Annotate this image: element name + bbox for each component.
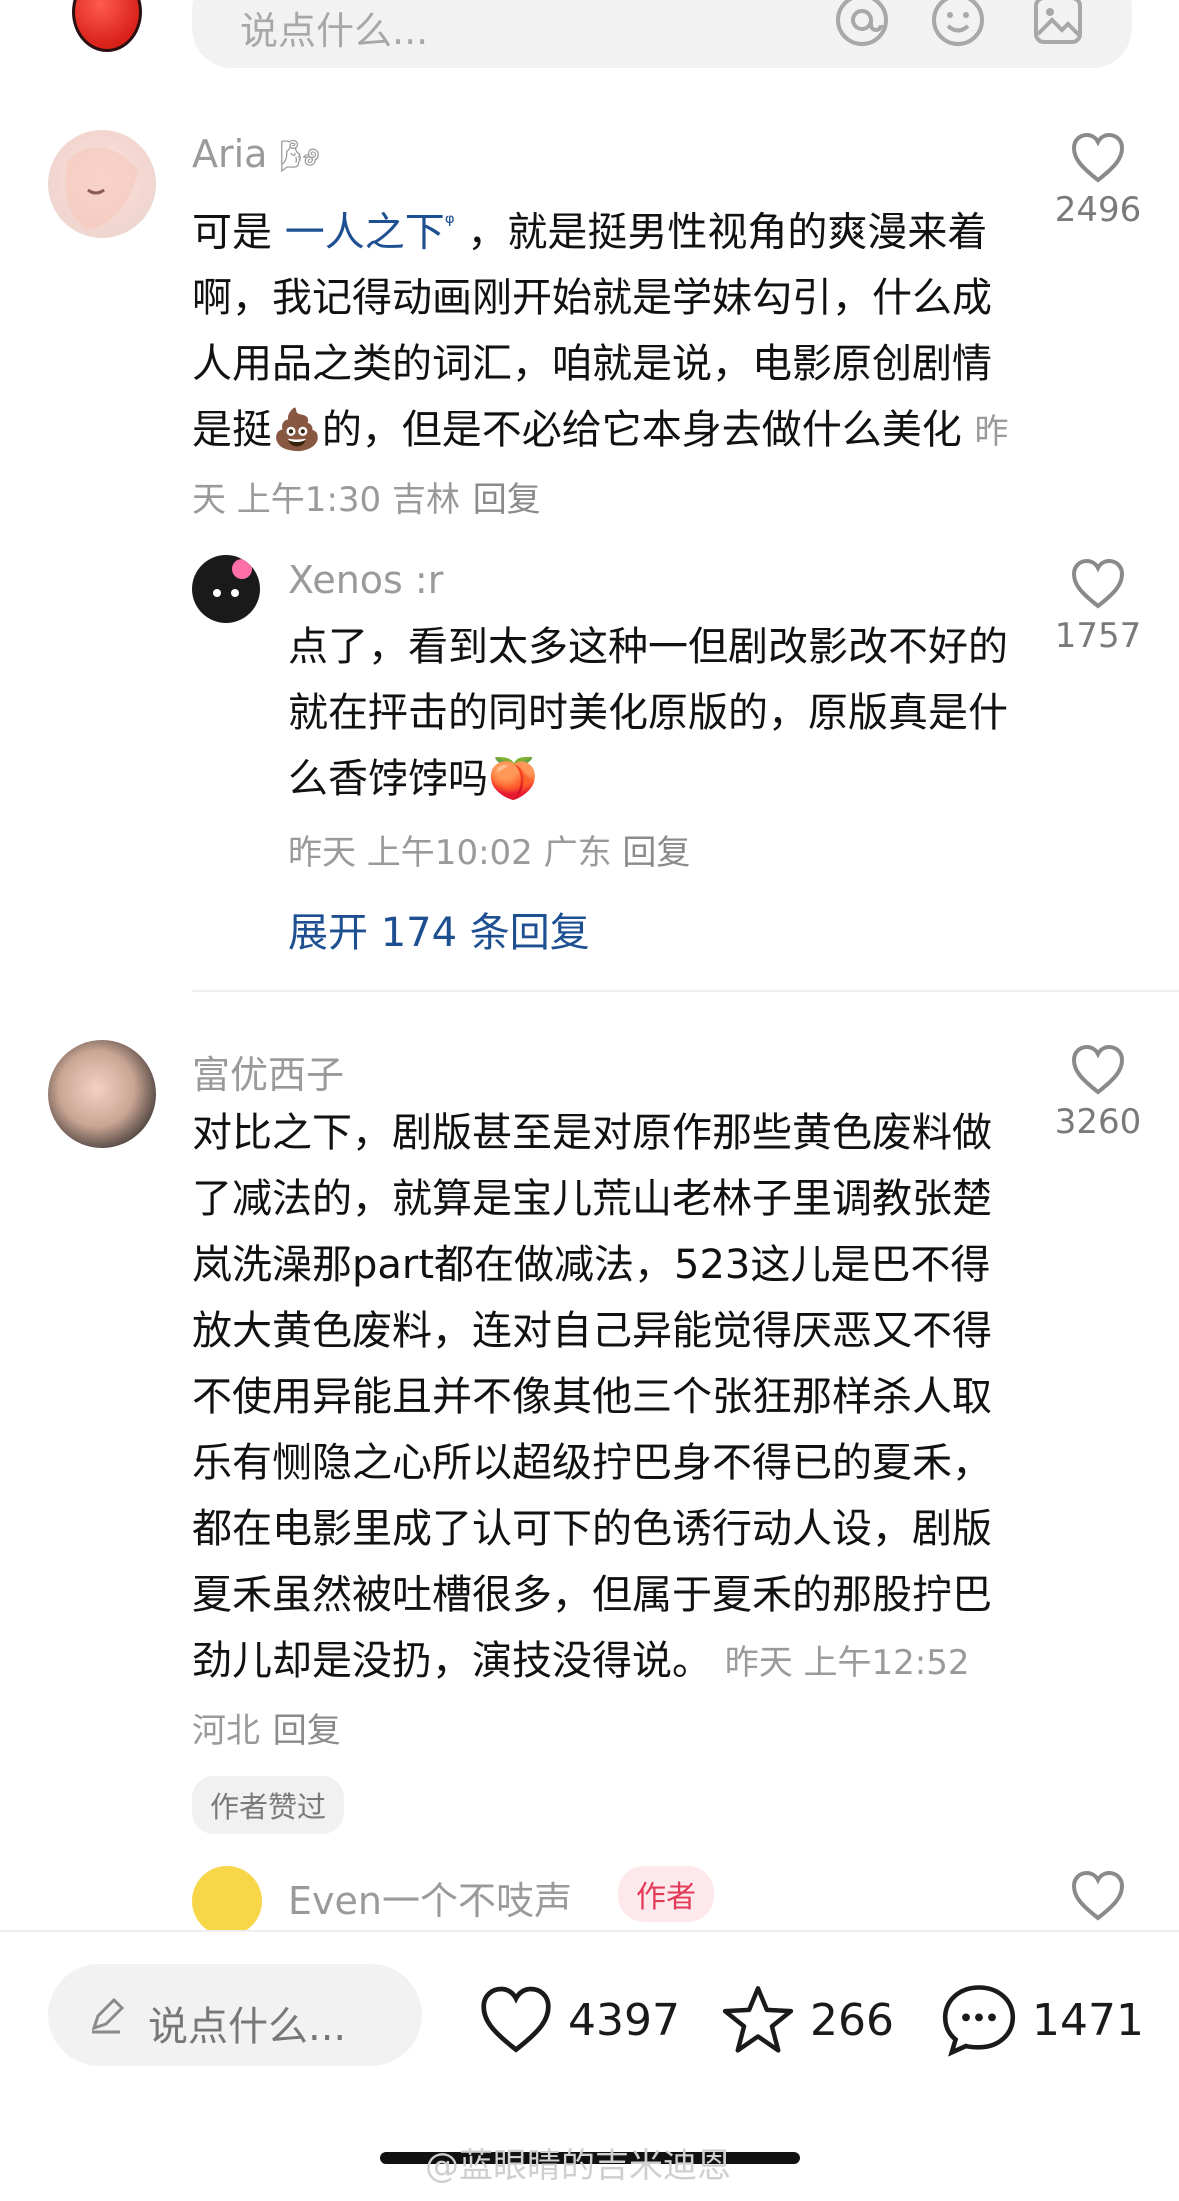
comment-like-button[interactable]: 1757 [1043, 558, 1153, 656]
comment-like-button[interactable] [1043, 1870, 1153, 1922]
mention-link[interactable]: 一人之下 [285, 209, 445, 255]
comment-text: 点了，看到太多这种一但剧改影改不好的就在抨击的同时美化原版的，原版真是什么香饽饽… [288, 624, 1008, 802]
comment-text: 对比之下，剧版甚至是对原作那些黄色废料做了减法的，就算是宝儿荒山老林子里调教张楚… [192, 1110, 992, 1751]
reply-button[interactable]: 回复 [273, 1711, 341, 1751]
pencil-icon [91, 1997, 125, 2034]
heart-icon [1071, 1870, 1125, 1921]
favorite-count: 266 [810, 1994, 894, 2046]
comment-meta: 昨天 上午10:02 广东 回复 [288, 833, 691, 873]
search-icon: ᵠ [444, 209, 455, 237]
like-button[interactable]: 4397 [478, 1980, 680, 2060]
top-input-placeholder: 说点什么... [240, 9, 429, 53]
reply-button[interactable]: 回复 [473, 480, 541, 520]
heart-icon [1071, 558, 1125, 609]
like-count: 3260 [1054, 1102, 1142, 1142]
comment-like-button[interactable]: 3260 [1043, 1044, 1153, 1142]
current-user-avatar[interactable] [72, 0, 142, 52]
poop-emoji: 💩 [272, 407, 322, 454]
like-count: 2496 [1054, 190, 1142, 230]
reply-button[interactable]: 回复 [622, 833, 690, 873]
expand-replies-button[interactable]: 展开 174 条回复 [288, 900, 590, 958]
like-count: 4397 [568, 1994, 680, 2046]
author-liked-badge: 作者赞过 [192, 1776, 345, 1834]
emoji-icon[interactable] [928, 0, 988, 50]
avatar[interactable] [192, 1866, 262, 1936]
comment-button[interactable]: 1471 [940, 1980, 1144, 2060]
comment-username[interactable]: Even一个不吱声 [288, 1870, 572, 1925]
comment-text: 可是 一人之下ᵠ ，就是挺男性视角的爽漫来着啊，我记得动画刚开始就是学妹勾引，什… [192, 209, 1009, 521]
avatar[interactable] [48, 1040, 156, 1148]
user-badge-icon: 🌬 [279, 137, 321, 175]
comment-like-button[interactable]: 2496 [1043, 132, 1153, 230]
comment-divider [192, 990, 1179, 992]
mention-icon[interactable] [832, 0, 892, 50]
comment-username[interactable]: Xenos :r [288, 558, 443, 602]
star-icon [722, 1986, 794, 2053]
avatar[interactable] [192, 555, 260, 623]
comment-bubble-icon [942, 1985, 1016, 2057]
comment-username[interactable]: 富优西子 [192, 1044, 344, 1099]
comment-username[interactable]: Aria 🌬 [192, 132, 320, 176]
author-tag: 作者 [618, 1866, 714, 1922]
heart-icon [1071, 132, 1125, 183]
image-icon[interactable] [1028, 0, 1088, 50]
heart-icon [1071, 1044, 1125, 1095]
bottom-input-placeholder: 说点什么... [148, 2004, 347, 2050]
comment-count: 1471 [1032, 1994, 1144, 2046]
favorite-button[interactable]: 266 [720, 1980, 894, 2060]
peach-emoji: 🍑 [488, 756, 538, 802]
watermark: @蓝眼睛的吉米迪恩 [425, 2146, 731, 2186]
like-count: 1757 [1054, 616, 1142, 656]
heart-icon [481, 1986, 551, 2053]
top-comment-input[interactable]: 说点什么... [192, 0, 1132, 68]
avatar[interactable] [48, 130, 156, 238]
bottom-comment-input[interactable]: 说点什么... [48, 1964, 422, 2066]
